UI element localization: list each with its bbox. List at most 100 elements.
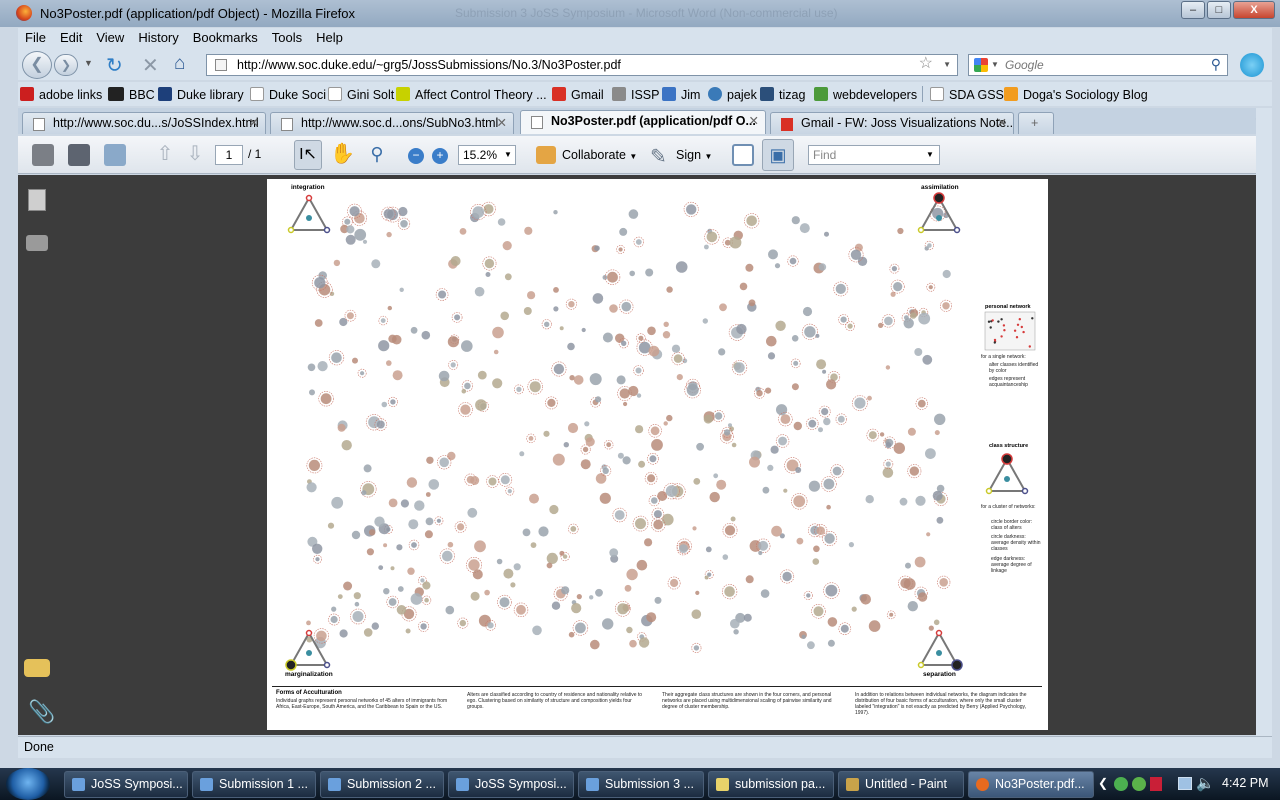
- history-dropdown-icon[interactable]: ▼: [84, 58, 93, 68]
- back-button[interactable]: ❮: [22, 51, 52, 79]
- forward-button[interactable]: ❯: [54, 54, 78, 76]
- tray-app-icon[interactable]: [1150, 777, 1162, 791]
- taskbar-item[interactable]: Submission 3 ...: [578, 771, 704, 798]
- network-icon[interactable]: [1178, 777, 1192, 790]
- bookmark-item[interactable]: Jim: [662, 87, 700, 102]
- bookmark-item[interactable]: Gmail: [552, 87, 604, 102]
- minimize-button[interactable]: –: [1181, 1, 1205, 19]
- email-icon[interactable]: [104, 144, 126, 166]
- bookmark-item[interactable]: Doga's Sociology Blog: [1004, 87, 1148, 102]
- tray-app-icon[interactable]: [1132, 777, 1146, 791]
- network-glyph: [352, 357, 358, 364]
- bookmark-star-icon[interactable]: ☆: [919, 54, 933, 74]
- network-glyph: [745, 575, 754, 584]
- zoom-in-icon[interactable]: +: [432, 148, 448, 164]
- sign-button[interactable]: ✎ Sign ▼: [648, 142, 712, 168]
- zoom-out-icon[interactable]: −: [408, 148, 424, 164]
- google-engine-icon[interactable]: [974, 58, 988, 72]
- skype-icon[interactable]: [1240, 53, 1264, 77]
- tab-gmail[interactable]: Gmail - FW: Joss Visualizations Note... ✕: [770, 112, 1014, 134]
- bookmark-item[interactable]: adobe links: [20, 87, 102, 102]
- close-tab-icon[interactable]: ✕: [997, 113, 1007, 134]
- comments-panel-icon[interactable]: [24, 659, 50, 677]
- bookmark-item[interactable]: ISSP: [612, 87, 660, 102]
- marquee-zoom-icon[interactable]: ⚲: [366, 144, 388, 166]
- network-glyph: [410, 326, 418, 334]
- search-box[interactable]: ▼ Google ⚲: [968, 54, 1228, 76]
- bookmarks-panel-icon[interactable]: [26, 235, 48, 251]
- fit-width-icon[interactable]: ▣: [762, 139, 794, 171]
- taskbar-item[interactable]: Submission 1 ...: [192, 771, 316, 798]
- network-glyph: [371, 259, 381, 269]
- address-bar[interactable]: http://www.soc.duke.edu/~grg5/JossSubmis…: [206, 54, 958, 76]
- menu-edit[interactable]: Edit: [53, 28, 89, 47]
- next-page-icon[interactable]: ⇩: [184, 144, 206, 166]
- save-icon[interactable]: [68, 144, 90, 166]
- network-glyph: [806, 593, 811, 598]
- taskbar-item[interactable]: No3Poster.pdf...: [968, 771, 1094, 798]
- bookmark-item[interactable]: Gini Solt: [328, 87, 394, 102]
- previous-page-icon[interactable]: ⇧: [154, 144, 176, 166]
- fit-page-icon[interactable]: [732, 144, 754, 166]
- network-glyph: [496, 558, 503, 565]
- bookmark-item[interactable]: Duke Soci: [250, 87, 326, 102]
- menu-view[interactable]: View: [89, 28, 131, 47]
- menu-help[interactable]: Help: [309, 28, 350, 47]
- taskbar-item[interactable]: Submission 2 ...: [320, 771, 444, 798]
- stop-icon[interactable]: ✕: [142, 53, 159, 78]
- network-glyph: [758, 540, 769, 551]
- search-icon[interactable]: ⚲: [1211, 54, 1221, 74]
- collaborate-button[interactable]: Collaborate ▼: [534, 142, 637, 168]
- find-dropdown-icon[interactable]: ▼: [926, 150, 934, 159]
- taskbar-item[interactable]: JoSS Symposi...: [448, 771, 574, 798]
- clock[interactable]: 4:42 PM: [1222, 776, 1269, 790]
- close-window-button[interactable]: X: [1233, 1, 1275, 19]
- taskbar-item[interactable]: Untitled - Paint: [838, 771, 964, 798]
- reload-icon[interactable]: ↻: [106, 53, 123, 78]
- menu-bookmarks[interactable]: Bookmarks: [186, 28, 265, 47]
- select-tool-icon[interactable]: I↖: [294, 140, 322, 170]
- network-glyph: [360, 371, 365, 376]
- new-tab-button[interactable]: +: [1018, 112, 1054, 134]
- network-glyph: [500, 311, 509, 321]
- menu-tools[interactable]: Tools: [265, 28, 309, 47]
- bookmark-item[interactable]: SDA GSS: [930, 87, 1004, 102]
- taskbar-item[interactable]: JoSS Symposi...: [64, 771, 188, 798]
- home-icon[interactable]: ⌂: [174, 53, 185, 75]
- start-button[interactable]: [6, 768, 50, 800]
- menu-history[interactable]: History: [131, 28, 185, 47]
- tab-subno3[interactable]: http://www.soc.d...ons/SubNo3.html ✕: [270, 112, 514, 134]
- close-tab-icon[interactable]: ✕: [249, 113, 259, 134]
- network-glyph: [346, 312, 354, 320]
- network-glyph: [354, 228, 367, 241]
- close-tab-icon[interactable]: ✕: [497, 113, 507, 134]
- menu-file[interactable]: File: [18, 28, 53, 47]
- bookmark-item[interactable]: webdevelopers: [814, 87, 917, 102]
- find-input[interactable]: Find: [808, 145, 940, 165]
- url-dropdown-icon[interactable]: ▼: [943, 55, 951, 75]
- tab-joss-index[interactable]: http://www.soc.du...s/JoSSIndex.html ✕: [22, 112, 266, 134]
- taskbar-item[interactable]: submission pa...: [708, 771, 834, 798]
- tray-expand-icon[interactable]: ❮: [1098, 776, 1108, 790]
- network-glyph: [592, 293, 604, 304]
- bookmark-item[interactable]: BBC: [108, 87, 155, 102]
- network-glyph: [493, 349, 499, 355]
- zoom-dropdown-icon[interactable]: ▼: [504, 150, 512, 159]
- hand-tool-icon[interactable]: ✋: [330, 144, 355, 166]
- vertical-scrollbar[interactable]: [1256, 108, 1272, 736]
- maximize-button[interactable]: □: [1207, 1, 1231, 19]
- attachments-panel-icon[interactable]: 📎: [28, 699, 55, 725]
- tray-app-icon[interactable]: [1114, 777, 1128, 791]
- bookmark-item[interactable]: Affect Control Theory ...: [396, 87, 547, 102]
- print-icon[interactable]: [32, 144, 54, 166]
- bookmark-item[interactable]: tizag: [760, 87, 805, 102]
- bookmark-item[interactable]: pajek: [708, 87, 757, 102]
- tab-no3poster[interactable]: No3Poster.pdf (application/pdf O... ✕: [520, 110, 766, 134]
- page-number-input[interactable]: 1: [215, 145, 243, 165]
- close-tab-icon[interactable]: ✕: [749, 111, 759, 132]
- engine-dropdown-icon[interactable]: ▼: [991, 55, 999, 75]
- network-glyph: [739, 282, 748, 291]
- volume-icon[interactable]: 🔈: [1196, 774, 1215, 792]
- bookmark-item[interactable]: Duke library: [158, 87, 244, 102]
- pages-panel-icon[interactable]: [28, 189, 46, 211]
